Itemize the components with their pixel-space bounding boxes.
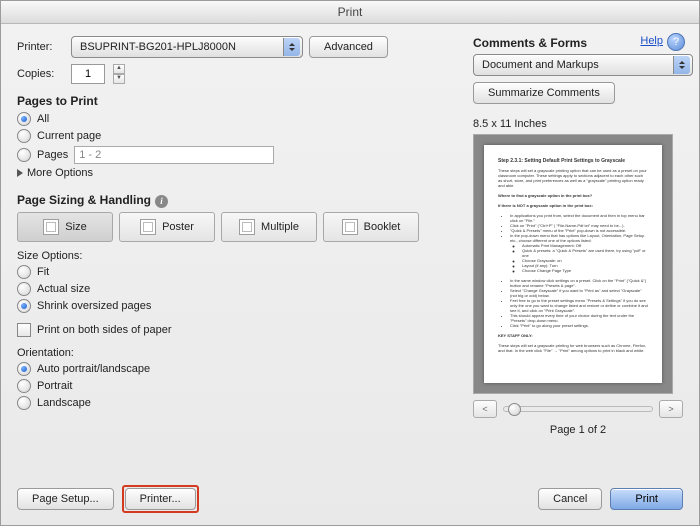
seg-poster[interactable]: Poster xyxy=(119,212,215,242)
radio-actual[interactable]: Actual size xyxy=(17,282,457,296)
preview-dims: 8.5 x 11 Inches xyxy=(473,118,683,130)
copies-label: Copies: xyxy=(17,68,65,80)
prev-page-button[interactable]: < xyxy=(473,400,497,418)
multiple-icon xyxy=(239,219,255,235)
page-indicator: Page 1 of 2 xyxy=(473,424,683,436)
printer-select[interactable]: BSUPRINT-BG201-HPLJ8000N xyxy=(71,36,303,58)
booklet-icon xyxy=(342,219,358,235)
next-page-button[interactable]: > xyxy=(659,400,683,418)
radio-landscape[interactable]: Landscape xyxy=(17,396,457,410)
info-icon: i xyxy=(155,195,168,208)
window-title: Print xyxy=(1,1,699,24)
chevron-updown-icon xyxy=(283,38,300,56)
copies-input[interactable] xyxy=(71,64,105,84)
pages-range-input[interactable] xyxy=(74,146,274,164)
poster-icon xyxy=(140,219,156,235)
size-options-label: Size Options: xyxy=(17,250,457,262)
size-heading: Page Sizing & Handlingi xyxy=(17,193,457,208)
radio-fit[interactable]: Fit xyxy=(17,265,457,279)
radio-shrink[interactable]: Shrink oversized pages xyxy=(17,299,457,313)
help-icon[interactable]: ? xyxy=(667,33,685,51)
radio-pages[interactable]: Pages xyxy=(17,146,457,164)
triangle-right-icon xyxy=(17,169,23,177)
seg-multiple[interactable]: Multiple xyxy=(221,212,317,242)
seg-booklet[interactable]: Booklet xyxy=(323,212,419,242)
orientation-heading: Orientation: xyxy=(17,347,457,359)
highlight-box: Printer... xyxy=(122,485,199,513)
zoom-slider[interactable] xyxy=(503,406,653,412)
preview-page: Step 2.3.1: Setting Default Print Settin… xyxy=(484,145,662,383)
advanced-button[interactable]: Advanced xyxy=(309,36,388,58)
chevron-updown-icon xyxy=(673,56,690,74)
printer-label: Printer: xyxy=(17,41,65,53)
preview-pane: Step 2.3.1: Setting Default Print Settin… xyxy=(473,134,673,394)
radio-auto[interactable]: Auto portrait/landscape xyxy=(17,362,457,376)
cancel-button[interactable]: Cancel xyxy=(538,488,602,510)
print-button[interactable]: Print xyxy=(610,488,683,510)
help-link[interactable]: Help xyxy=(640,35,663,47)
more-options[interactable]: More Options xyxy=(17,167,457,179)
radio-all[interactable]: All xyxy=(17,112,457,126)
printer-button[interactable]: Printer... xyxy=(125,488,196,510)
printer-value: BSUPRINT-BG201-HPLJ8000N xyxy=(80,41,236,53)
summarize-button[interactable]: Summarize Comments xyxy=(473,82,615,104)
radio-portrait[interactable]: Portrait xyxy=(17,379,457,393)
size-icon xyxy=(43,219,59,235)
copies-stepper[interactable]: ▲▼ xyxy=(113,64,125,84)
comments-select[interactable]: Document and Markups xyxy=(473,54,693,76)
pages-heading: Pages to Print xyxy=(17,94,457,108)
check-duplex[interactable]: Print on both sides of paper xyxy=(17,323,457,337)
radio-current[interactable]: Current page xyxy=(17,129,457,143)
page-setup-button[interactable]: Page Setup... xyxy=(17,488,114,510)
seg-size[interactable]: Size xyxy=(17,212,113,242)
